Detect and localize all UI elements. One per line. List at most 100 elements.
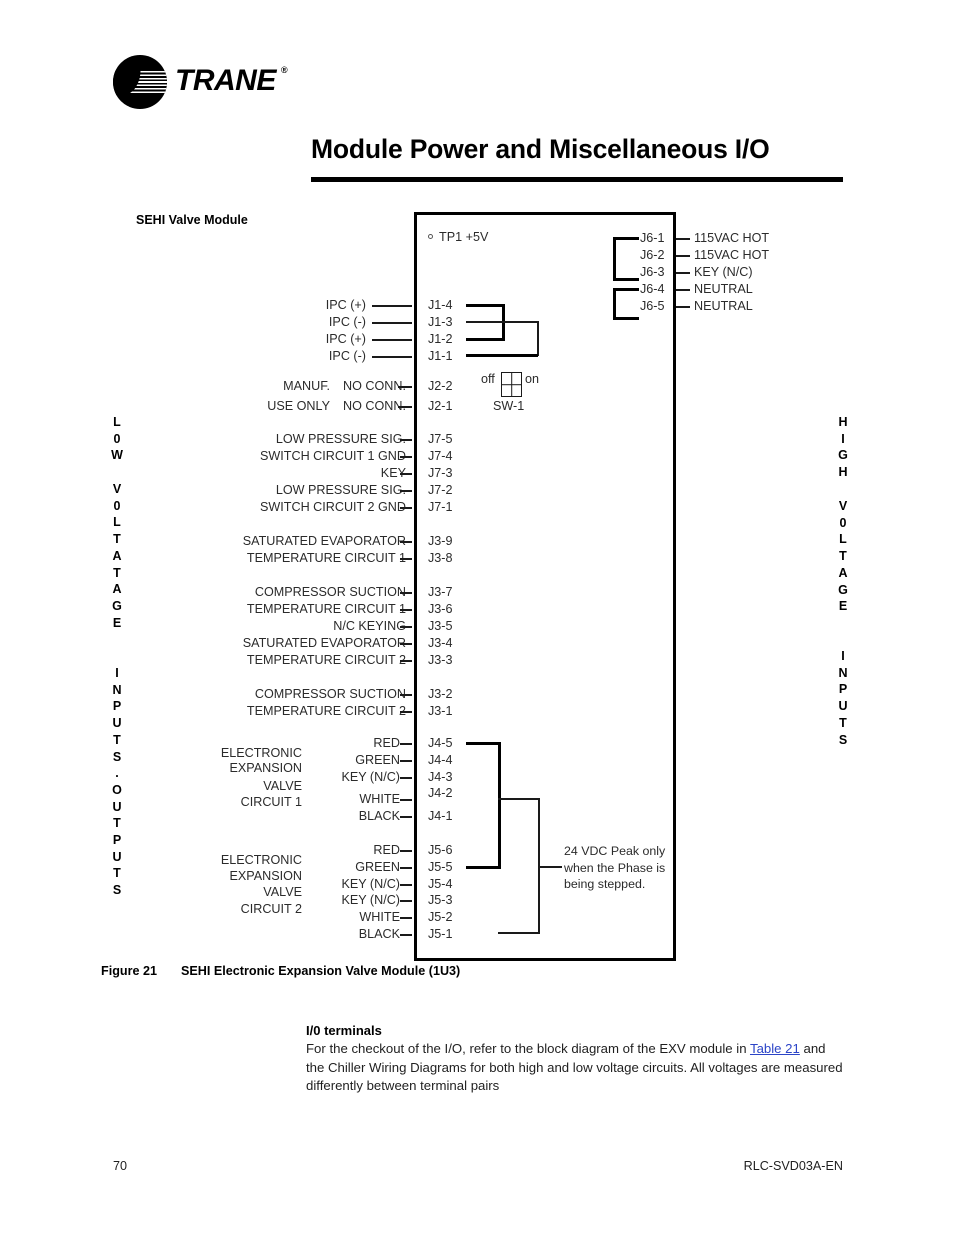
- sw1-name-label: SW-1: [493, 399, 525, 413]
- jumper-j1-2-bottom: [466, 338, 505, 341]
- vletter: V: [112, 482, 122, 496]
- wire-j7-5: [400, 439, 412, 441]
- pin-j5-5: J5-5: [428, 860, 453, 874]
- vletter: G: [838, 582, 848, 597]
- vletter: W: [111, 448, 123, 463]
- wire-j3-8: [400, 558, 412, 560]
- label-j2-2: NO CONN.: [343, 379, 406, 393]
- jumper-j1-3-top: [466, 321, 538, 323]
- pin-j3-5: J3-5: [428, 619, 453, 633]
- wire-j5-6: [400, 850, 412, 852]
- pin-j5-6: J5-6: [428, 843, 453, 857]
- wire-j6-2: [676, 255, 690, 257]
- vletter: G: [112, 598, 122, 613]
- pin-j1-2: J1-2: [428, 332, 453, 346]
- body-text-line1: For the checkout of the I/O, refer to th…: [306, 1041, 747, 1056]
- wire-j5-2: [400, 917, 412, 919]
- jumper-j5-5-bottom: [466, 866, 501, 869]
- label-j4-4: GREEN: [355, 753, 400, 767]
- wire-j7-2: [400, 490, 412, 492]
- table-21-link[interactable]: Table 21: [750, 1041, 800, 1056]
- pin-j6-3: J6-3: [640, 265, 665, 279]
- wire-j4-1: [400, 816, 412, 818]
- label-j3-9: SATURATED EVAPORATOR: [242, 534, 406, 548]
- label-j6-2: 115VAC HOT: [694, 248, 770, 262]
- vletter: T: [839, 549, 847, 564]
- pin-j4-5: J4-5: [428, 736, 453, 750]
- vletter: 0: [113, 431, 121, 446]
- pin-j7-5: J7-5: [428, 432, 453, 446]
- wire-j1-2: [372, 339, 412, 341]
- label-j3-1: TEMPERATURE CIRCUIT 2: [246, 704, 406, 718]
- label-j4-1: BLACK: [358, 809, 400, 823]
- vletter: N: [112, 682, 122, 697]
- label-j7-5: LOW PRESSURE SIG.: [275, 432, 406, 446]
- pin-j6-4: J6-4: [640, 282, 665, 296]
- wire-j1-4: [372, 305, 412, 307]
- pin-j3-4: J3-4: [428, 636, 453, 650]
- vletter: I: [841, 649, 845, 663]
- wire-j3-6: [400, 609, 412, 611]
- vletter: T: [113, 732, 121, 747]
- wire-j4-2: [400, 799, 412, 801]
- vletter: .: [115, 766, 119, 781]
- note-leader-line: [538, 866, 562, 868]
- vletter: T: [839, 715, 847, 730]
- label-j3-4: SATURATED EVAPORATOR: [242, 636, 406, 650]
- jumper-j1-3-1-link: [537, 321, 539, 356]
- pin-j5-2: J5-2: [428, 910, 453, 924]
- pin-j5-1: J5-1: [428, 927, 453, 941]
- wire-j3-2: [400, 694, 412, 696]
- jumper-exv-outer-link: [498, 742, 501, 868]
- jumper-j4-2-top: [498, 798, 540, 800]
- vletter: S: [112, 749, 122, 764]
- vletter: T: [113, 565, 121, 580]
- label-j5-4: KEY (N/C): [341, 877, 400, 891]
- label-j7-1: SWITCH CIRCUIT 2 GND: [260, 500, 406, 514]
- test-point-label: TP1 +5V: [439, 230, 489, 244]
- pin-j2-2: J2-2: [428, 379, 453, 393]
- label-j1-1: IPC (-): [328, 349, 366, 363]
- vletter: E: [112, 615, 122, 630]
- pin-j3-9: J3-9: [428, 534, 453, 548]
- label-j6-3: KEY (N/C): [694, 265, 753, 279]
- vletter: S: [112, 883, 122, 898]
- body-paragraph: For the checkout of the I/O, refer to th…: [306, 1040, 846, 1096]
- wire-j3-9: [400, 541, 412, 543]
- label-j4-2: WHITE: [359, 792, 400, 806]
- vletter: T: [113, 816, 121, 831]
- pin-j3-1: J3-1: [428, 704, 453, 718]
- label-j7-3: KEY: [380, 466, 406, 480]
- vletter: T: [113, 532, 121, 547]
- pin-j6-5: J6-5: [640, 299, 665, 313]
- sw1-dip-switch[interactable]: [501, 372, 522, 397]
- vletter: V: [838, 499, 848, 513]
- sw1-horizontal-divider: [502, 383, 521, 386]
- wire-j5-3: [400, 900, 412, 902]
- jumper-j1-4-top: [466, 304, 505, 307]
- wire-j1-3: [372, 322, 412, 324]
- label-j7-4: SWITCH CIRCUIT 1 GND: [260, 449, 406, 463]
- label-j1-4: IPC (+): [325, 298, 366, 312]
- wire-j6-5: [676, 306, 690, 308]
- pin-j3-2: J3-2: [428, 687, 453, 701]
- wire-j7-3: [400, 473, 412, 475]
- wire-j3-5: [400, 626, 412, 628]
- jumper-j4-5-top: [466, 742, 501, 745]
- pin-j4-4: J4-4: [428, 753, 453, 767]
- pin-j3-7: J3-7: [428, 585, 453, 599]
- pin-j5-4: J5-4: [428, 877, 453, 891]
- footer-page-number: 70: [113, 1159, 128, 1173]
- vletter: O: [112, 782, 122, 797]
- label-j5-6: RED: [373, 843, 400, 857]
- sw1-off-label: off: [481, 372, 495, 386]
- vletter: U: [112, 799, 122, 814]
- wire-j3-7: [400, 592, 412, 594]
- vletter: A: [112, 548, 122, 563]
- label-j5-1: BLACK: [358, 927, 400, 941]
- vletter: U: [838, 699, 848, 714]
- wire-j4-3: [400, 777, 412, 779]
- label-j1-2: IPC (+): [325, 332, 366, 346]
- label-j1-3: IPC (-): [328, 315, 366, 329]
- left-voltage-column-group-1: L 0 W: [106, 414, 128, 464]
